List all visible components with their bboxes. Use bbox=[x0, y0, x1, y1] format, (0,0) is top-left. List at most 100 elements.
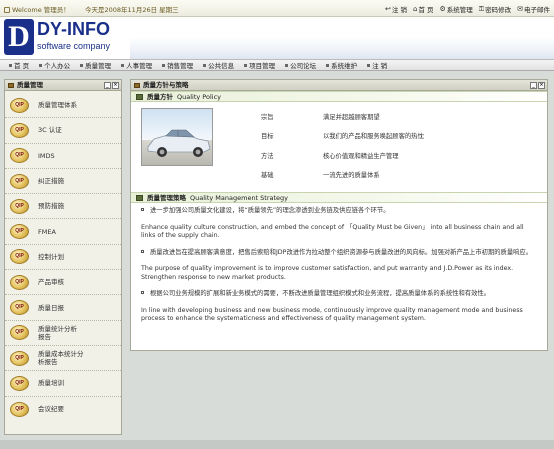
menu-project-management[interactable]: 项目管理 bbox=[239, 60, 280, 70]
menu-public-info[interactable]: 公共信息 bbox=[198, 60, 239, 70]
close-icon[interactable]: × bbox=[112, 82, 119, 89]
sidebar-nav: QIP 质量管理体系 QIP 3C 认证 QIP IMDS QIP 纠正措施 QIP 预防… bbox=[5, 91, 121, 422]
header: D DY-INFO software company bbox=[0, 17, 554, 59]
system-admin-link[interactable]: ⚙ 系统管理 bbox=[440, 4, 473, 14]
minimize-icon[interactable]: _ bbox=[104, 82, 111, 89]
qip-icon: QIP bbox=[10, 274, 29, 290]
bullet-icon bbox=[121, 63, 125, 67]
mail-icon: ✉ bbox=[517, 5, 523, 13]
strategy-paragraph: 进一步加强公司质量文化建设，将“质量领先”的理念渗透到业务链及供应链各个环节。 bbox=[141, 207, 539, 216]
policy-row: 基础 一流先进的质量体系 bbox=[261, 172, 380, 179]
bullet-icon bbox=[244, 63, 248, 67]
sidebar-item-cost-report[interactable]: QIP 质量成本统计分析报告 bbox=[5, 346, 121, 372]
bullet-icon bbox=[141, 249, 144, 253]
sidebar-item-corrective[interactable]: QIP 纠正措施 bbox=[5, 169, 121, 195]
menu-hr-management[interactable]: 人事管理 bbox=[116, 60, 157, 70]
menu-logout[interactable]: 注 销 bbox=[362, 60, 392, 70]
folder-icon bbox=[8, 83, 14, 88]
panel-buttons: _ × bbox=[530, 82, 545, 89]
sidebar-item-statistics-report[interactable]: QIP 质量统计分析报告 bbox=[5, 321, 121, 346]
quality-policy-heading: 质量方针 Quality Policy bbox=[131, 91, 547, 102]
qip-icon: QIP bbox=[10, 173, 29, 189]
strategy-paragraph: Enhance quality culture construction, an… bbox=[141, 223, 524, 240]
sidebar-item-meeting-minutes[interactable]: QIP 会议纪要 bbox=[5, 397, 121, 422]
company-logo: D DY-INFO software company bbox=[4, 19, 124, 57]
main-title-bar: 质量方针与策略 _ × bbox=[131, 80, 547, 91]
sidebar-item-label: 质量成本统计分析报告 bbox=[38, 350, 84, 367]
menu-company-forum[interactable]: 公司论坛 bbox=[280, 60, 321, 70]
sidebar-item-3c[interactable]: QIP 3C 认证 bbox=[5, 118, 121, 144]
folder-icon bbox=[134, 83, 140, 88]
sidebar-item-imds[interactable]: QIP IMDS bbox=[5, 144, 121, 169]
sidebar-item-label: 产品审核 bbox=[38, 278, 64, 287]
strategy-paragraph: 质量改进旨在提高顾客满意度，把售后索赔和JDP改进作为拉动整个组织资源参与质量改… bbox=[141, 249, 539, 258]
change-password-link[interactable]: ⚿ 密码修改 bbox=[479, 4, 511, 15]
main-menu: 首 页 个人办公 质量管理 人事管理 销售管理 公共信息 项目管理 公司论坛 系… bbox=[0, 59, 554, 71]
car-illustration bbox=[147, 129, 211, 157]
section-icon bbox=[136, 195, 143, 201]
policy-row: 方法 核心价值观和精益生产管理 bbox=[261, 153, 399, 160]
bullet-icon bbox=[367, 63, 371, 67]
logo-brand: DY-INFO bbox=[37, 19, 111, 39]
home-icon: ⌂ bbox=[412, 5, 418, 13]
quality-policy: 宗旨 满足并超越顾客期望 目标 以我们的产品和服务唤起顾客的热忱 方法 核心价值观和精… bbox=[131, 102, 547, 192]
bullet-icon bbox=[326, 63, 330, 67]
sidebar-item-label: 质量管理体系 bbox=[38, 101, 77, 110]
bullet-icon bbox=[141, 208, 144, 211]
quality-strategy-heading: 质量管理策略 Quality Management Strategy bbox=[131, 192, 547, 203]
back-icon: ↩ bbox=[385, 5, 391, 13]
sidebar-item-label: 质量日报 bbox=[38, 303, 64, 312]
sidebar-panel: 质量管理 _ × QIP 质量管理体系 QIP 3C 认证 QIP IMDS QIP 纠… bbox=[4, 79, 122, 435]
strategy-paragraph: The purpose of quality improvement is to… bbox=[141, 265, 514, 281]
logout-link[interactable]: ↩ 注 销 bbox=[385, 4, 407, 14]
home-link[interactable]: ⌂ 首 页 bbox=[413, 4, 434, 14]
sidebar-item-training[interactable]: QIP 质量培训 bbox=[5, 371, 121, 397]
car-image bbox=[141, 108, 213, 166]
sidebar-item-daily-report[interactable]: QIP 质量日报 bbox=[5, 295, 121, 321]
logo-subtitle: software company bbox=[37, 41, 111, 51]
sidebar-item-label: FMEA bbox=[38, 227, 56, 236]
welcome-text: Welcome 管理员！ bbox=[4, 4, 70, 14]
menu-quality-management[interactable]: 质量管理 bbox=[75, 60, 116, 70]
menu-sales-management[interactable]: 销售管理 bbox=[157, 60, 198, 70]
panel-buttons: _ × bbox=[104, 82, 119, 89]
section-icon bbox=[136, 94, 143, 100]
close-icon[interactable]: × bbox=[538, 82, 545, 89]
header-decoration bbox=[130, 37, 554, 59]
menu-system-maintenance[interactable]: 系统维护 bbox=[321, 60, 362, 70]
strategy-body: 进一步加强公司质量文化建设，将“质量领先”的理念渗透到业务链及供应链各个环节。 … bbox=[131, 203, 547, 324]
sidebar-item-label: 控制计划 bbox=[38, 252, 64, 261]
minimize-icon[interactable]: _ bbox=[530, 82, 537, 89]
menu-home[interactable]: 首 页 bbox=[4, 60, 34, 70]
strategy-paragraph: 根据公司业务规模的扩展和新业务模式的需要，不断改进质量管理组织模式和业务流程，提… bbox=[141, 290, 539, 299]
top-links: ↩ 注 销 ⌂ 首 页 ⚙ 系统管理 ⚿ 密码修改 ✉ 电子邮件 bbox=[385, 4, 550, 15]
sidebar-item-control-plan[interactable]: QIP 控制计划 bbox=[5, 245, 121, 271]
sidebar-item-quality-system[interactable]: QIP 质量管理体系 bbox=[5, 93, 121, 119]
qip-icon: QIP bbox=[10, 148, 29, 164]
sidebar-item-label: 预防措施 bbox=[38, 202, 64, 211]
sidebar-item-product-audit[interactable]: QIP 产品审核 bbox=[5, 270, 121, 296]
bullet-icon bbox=[162, 63, 166, 67]
qip-icon: QIP bbox=[10, 401, 29, 417]
sidebar-item-fmea[interactable]: QIP FMEA bbox=[5, 219, 121, 245]
bullet-icon bbox=[285, 63, 289, 67]
sidebar-item-label: 会议纪要 bbox=[38, 405, 64, 414]
qip-icon: QIP bbox=[10, 97, 29, 113]
date-text: 今天是2008年11月26日 星期三 bbox=[85, 6, 179, 14]
bullet-icon bbox=[203, 63, 207, 67]
qip-icon: QIP bbox=[10, 198, 29, 214]
sidebar-item-label: 纠正措施 bbox=[38, 177, 64, 186]
qip-icon: QIP bbox=[10, 350, 29, 366]
sidebar-item-label: 质量培训 bbox=[38, 379, 64, 388]
menu-personal-office[interactable]: 个人办公 bbox=[34, 60, 75, 70]
sidebar-item-preventive[interactable]: QIP 预防措施 bbox=[5, 194, 121, 220]
settings-icon: ⚙ bbox=[439, 5, 446, 13]
sidebar-item-label: 质量统计分析报告 bbox=[38, 324, 77, 341]
sidebar-item-label: 3C 认证 bbox=[38, 126, 62, 135]
logo-mark: D bbox=[4, 19, 34, 55]
top-bar: Welcome 管理员！ 今天是2008年11月26日 星期三 ↩ 注 销 ⌂ 首 … bbox=[0, 0, 554, 17]
bullet-icon bbox=[39, 63, 43, 67]
email-link[interactable]: ✉ 电子邮件 bbox=[517, 4, 550, 14]
user-icon bbox=[4, 7, 10, 13]
qip-icon: QIP bbox=[10, 375, 29, 391]
